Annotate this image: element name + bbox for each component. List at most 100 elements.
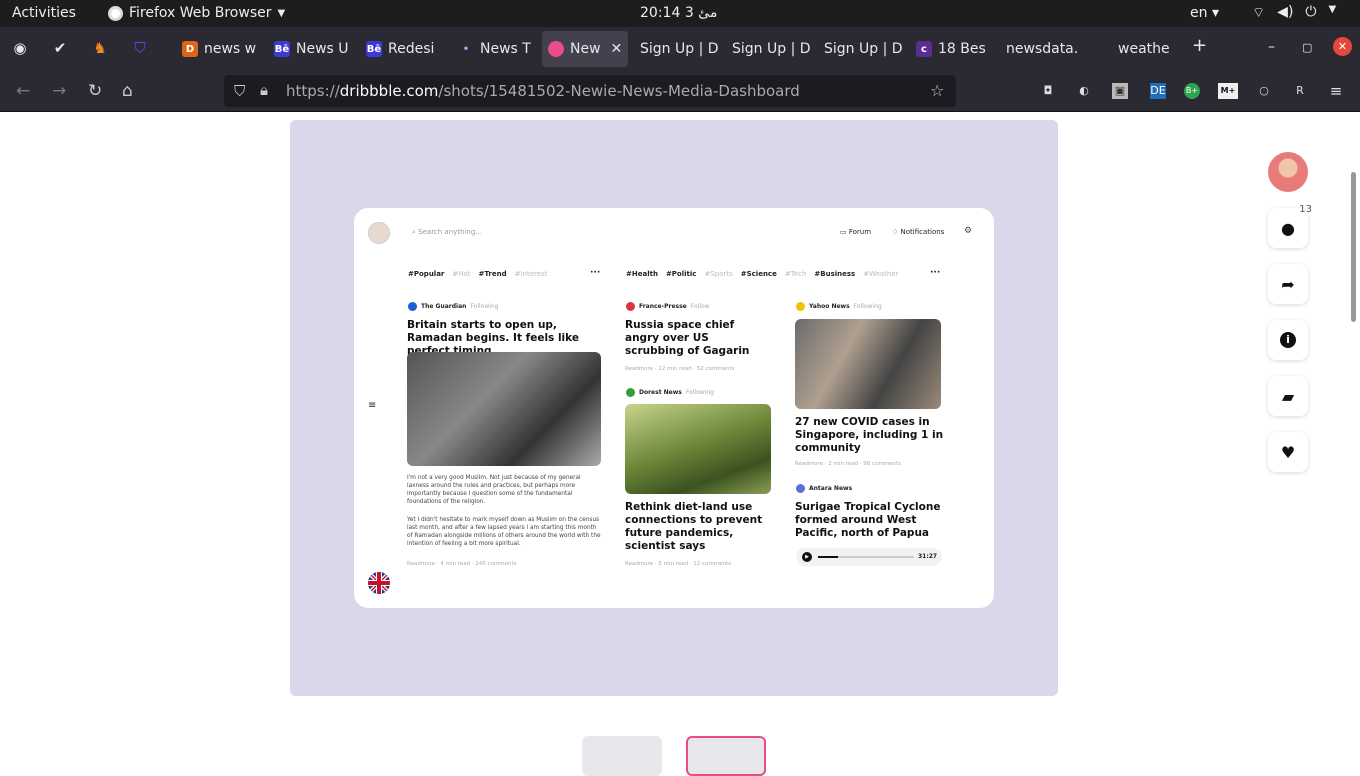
shot-thumbnail-active[interactable] xyxy=(686,736,766,776)
lock-icon[interactable]: 🔒︎ xyxy=(260,81,268,99)
article-meta: Readmore · 2 min read · 98 comments xyxy=(795,461,902,467)
close-window-icon[interactable]: ✕ xyxy=(1333,37,1352,56)
tag: #Sports xyxy=(704,270,733,278)
article-meta: Readmore · 5 min read · 12 comments xyxy=(625,561,732,567)
activities-button[interactable]: Activities xyxy=(12,5,76,21)
info-icon: i xyxy=(1280,332,1296,348)
tab-7[interactable]: Sign Up | D xyxy=(818,31,904,67)
tab-0[interactable]: D news w xyxy=(176,31,262,67)
extension-icon[interactable]: R xyxy=(1292,83,1308,99)
tag: #Science xyxy=(740,270,777,278)
article-meta: Readmore · 12 min read · 52 comments xyxy=(625,366,735,372)
article-meta: Readmore · 4 min read · 245 comments xyxy=(407,561,517,567)
close-tab-icon[interactable]: ✕ xyxy=(611,41,623,57)
dribbble-icon xyxy=(548,41,564,57)
tab-9[interactable]: newsdata. xyxy=(1000,31,1086,67)
tab-5[interactable]: Sign Up | D xyxy=(634,31,720,67)
hamburger-icon: ≡ xyxy=(368,400,377,411)
tab-8[interactable]: c 18 Bes xyxy=(910,31,996,67)
tag: #Business xyxy=(814,270,856,278)
minimize-icon[interactable]: – xyxy=(1268,39,1275,55)
shot-preview[interactable]: ⌕ Search anything... ▭ Forum ♢ Notificat… xyxy=(290,120,1058,696)
clock[interactable]: مئ 3 20:14 xyxy=(640,5,717,21)
tab-label: Sign Up | D xyxy=(640,41,719,57)
source-logo-icon xyxy=(626,388,635,397)
info-button[interactable]: i xyxy=(1268,320,1308,360)
github-icon[interactable]: ◉ xyxy=(10,39,30,59)
pocket-icon[interactable]: ◘ xyxy=(1040,83,1056,99)
tag: #Popular xyxy=(408,270,445,278)
shield-icon[interactable]: ⛉ xyxy=(234,82,245,100)
tab-2[interactable]: Bē Redesi xyxy=(360,31,446,67)
bookmark-star-icon[interactable]: ☆ xyxy=(930,81,944,100)
url-path: /shots/15481502-Newie-News-Media-Dashboa… xyxy=(438,82,800,100)
shield-icon[interactable]: ⛉ xyxy=(130,39,150,59)
forum-link: ▭ Forum xyxy=(840,228,872,236)
reload-icon[interactable]: ↻ xyxy=(88,81,102,101)
news-photo xyxy=(407,352,601,466)
comments-button[interactable]: ● 13 xyxy=(1268,204,1312,248)
extension-icon[interactable]: ◐ xyxy=(1076,83,1092,99)
news-source: The Guardian Following xyxy=(408,302,499,311)
notifications-label: Notifications xyxy=(900,228,945,236)
avatar xyxy=(368,222,390,244)
caret-down-icon: ▼ xyxy=(1328,4,1337,15)
tag: #Weather xyxy=(863,270,899,278)
firefox-icon xyxy=(108,5,123,21)
gear-icon: ⚙ xyxy=(964,226,973,236)
network-icon: ⌔ xyxy=(1252,5,1266,21)
source-name: France-Presse xyxy=(639,303,687,310)
like-button[interactable]: ♥ xyxy=(1268,432,1308,472)
news-source: Yahoo News Following xyxy=(796,302,882,311)
check-icon[interactable]: ✔ xyxy=(50,39,70,59)
audio-player: ▶ 31:27 xyxy=(796,548,942,566)
circle-icon[interactable]: ○ xyxy=(1256,83,1272,99)
url-bar[interactable]: ⛉ 🔒︎ https://dribbble.com/shots/15481502… xyxy=(224,75,956,107)
follow-label: Following xyxy=(470,303,499,310)
tab-10[interactable]: weathe xyxy=(1112,31,1176,67)
extension-icon[interactable]: B+ xyxy=(1184,83,1200,99)
new-tab-button[interactable]: + xyxy=(1192,35,1207,56)
source-logo-icon xyxy=(626,302,635,311)
scrollbar[interactable] xyxy=(1351,172,1356,322)
add-to-collection-button[interactable]: ▰ xyxy=(1268,376,1308,416)
system-tray[interactable]: ⌔ ◀) ⏻ ▼ xyxy=(1252,4,1336,22)
maximize-icon[interactable]: ▢ xyxy=(1302,41,1312,54)
play-icon: ▶ xyxy=(802,552,812,562)
progress-fill xyxy=(818,556,838,558)
back-icon[interactable]: ← xyxy=(16,81,30,101)
article-paragraph: I'm not a very good Muslim. Not just bec… xyxy=(407,475,581,505)
heart-icon: ♥ xyxy=(1280,442,1296,462)
follow-label: Following xyxy=(853,303,882,310)
tab-label: news w xyxy=(204,41,257,57)
menu-icon[interactable]: ≡ xyxy=(1328,83,1344,99)
comments-count: 13 xyxy=(1299,204,1312,215)
tab-6[interactable]: Sign Up | D xyxy=(726,31,812,67)
headline: Russia space chief angry over US scrubbi… xyxy=(625,319,750,357)
uk-flag-icon xyxy=(368,572,390,594)
news-source: Dorest News Following xyxy=(626,388,714,397)
follow-label: Follow xyxy=(690,303,710,310)
markdown-extension-icon[interactable]: M+ xyxy=(1218,83,1238,99)
tab-1[interactable]: Bē News U xyxy=(268,31,354,67)
system-top-bar: Activities Firefox Web Browser ▼ مئ 3 20… xyxy=(0,0,1360,27)
tag: #Interest xyxy=(514,270,548,278)
tab-3[interactable]: • News T xyxy=(452,31,538,67)
extension-icon[interactable]: ▣ xyxy=(1112,83,1128,99)
tab-label: weathe xyxy=(1118,41,1170,57)
language-indicator[interactable]: en ▾ xyxy=(1190,5,1219,21)
extension-icon[interactable]: ♞ xyxy=(90,39,110,59)
share-button[interactable]: ➦ xyxy=(1268,264,1308,304)
app-menu[interactable]: Firefox Web Browser ▼ xyxy=(108,5,285,21)
tags-right: #Health #Politic #Sports #Science #Tech … xyxy=(626,270,899,278)
designer-avatar[interactable] xyxy=(1268,152,1308,192)
forward-icon[interactable]: → xyxy=(52,81,66,101)
translate-extension-icon[interactable]: DE xyxy=(1150,83,1166,99)
search-placeholder: Search anything... xyxy=(418,228,482,236)
source-name: Dorest News xyxy=(639,389,682,396)
home-icon[interactable]: ⌂ xyxy=(122,81,133,101)
tab-4-active[interactable]: New ✕ xyxy=(542,31,628,67)
shot-thumbnail[interactable] xyxy=(582,736,662,776)
tab-label: Sign Up | D xyxy=(824,41,903,57)
dashboard-mockup: ⌕ Search anything... ▭ Forum ♢ Notificat… xyxy=(354,208,994,608)
